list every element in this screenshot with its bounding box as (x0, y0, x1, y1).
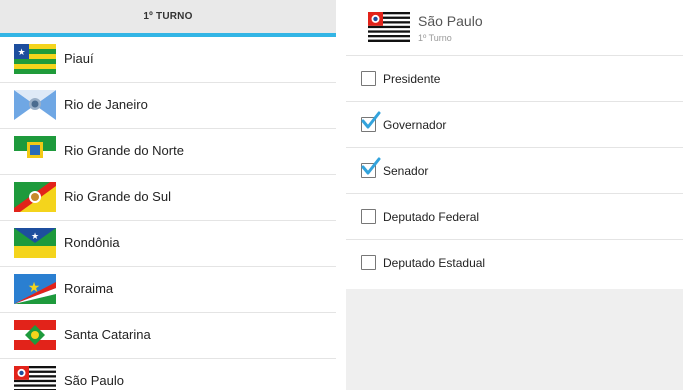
state-row-sao-paulo[interactable]: São Paulo (0, 359, 336, 390)
option-label: Senador (383, 164, 429, 178)
svg-text:★: ★ (28, 279, 41, 295)
sao-paulo-flag-icon (368, 12, 410, 42)
selected-state-header: São Paulo 1º Turno (346, 0, 683, 56)
option-label: Deputado Estadual (383, 256, 486, 270)
option-governador[interactable]: Governador (346, 102, 683, 148)
round-tab-bar: 1º TURNO (0, 0, 336, 33)
state-list-panel: 1º TURNO ★ Piauí Rio de Janeiro Rio Gran… (0, 0, 336, 390)
roraima-flag-icon: ★ (14, 274, 56, 304)
state-name: São Paulo (64, 373, 124, 388)
state-row-rio-grande-do-sul[interactable]: Rio Grande do Sul (0, 175, 336, 221)
option-presidente[interactable]: Presidente (346, 56, 683, 102)
state-name: Rio Grande do Norte (64, 143, 184, 158)
state-name: Santa Catarina (64, 327, 151, 342)
checkmark-icon (361, 111, 381, 129)
option-label: Deputado Federal (383, 210, 480, 224)
sao-paulo-flag-icon (14, 366, 56, 390)
office-selection-panel: São Paulo 1º Turno Presidente Governador… (346, 0, 683, 390)
rondonia-flag-icon: ★ (14, 228, 56, 258)
state-row-santa-catarina[interactable]: Santa Catarina (0, 313, 336, 359)
checkbox-unchecked-icon[interactable] (361, 255, 376, 270)
option-deputado-federal[interactable]: Deputado Federal (346, 194, 683, 240)
option-label: Presidente (383, 72, 441, 86)
option-deputado-estadual[interactable]: Deputado Estadual (346, 240, 683, 286)
state-row-piaui[interactable]: ★ Piauí (0, 37, 336, 83)
rio-de-janeiro-flag-icon (14, 90, 56, 120)
state-row-roraima[interactable]: ★ Roraima (0, 267, 336, 313)
state-row-rondonia[interactable]: ★ Rondônia (0, 221, 336, 267)
piaui-flag-icon: ★ (14, 44, 56, 74)
rio-grande-do-sul-flag-icon (14, 182, 56, 212)
state-name: Rio de Janeiro (64, 97, 148, 112)
rio-grande-do-norte-flag-icon (14, 136, 56, 166)
tab-first-round[interactable]: 1º TURNO (0, 11, 336, 22)
state-name: Rio Grande do Sul (64, 189, 171, 204)
santa-catarina-flag-icon (14, 320, 56, 350)
option-label: Governador (383, 118, 447, 132)
state-list: ★ Piauí Rio de Janeiro Rio Grande do Nor… (0, 37, 336, 390)
checkbox-unchecked-icon[interactable] (361, 71, 376, 86)
selected-round-subtitle: 1º Turno (418, 33, 452, 43)
checkmark-icon (361, 157, 381, 175)
state-name: Roraima (64, 281, 114, 296)
option-senador[interactable]: Senador (346, 148, 683, 194)
selected-state-title: São Paulo (418, 13, 483, 29)
state-row-rio-de-janeiro[interactable]: Rio de Janeiro (0, 83, 336, 129)
office-card: São Paulo 1º Turno Presidente Governador… (346, 0, 683, 289)
state-name: Piauí (64, 51, 94, 66)
state-row-rio-grande-do-norte[interactable]: Rio Grande do Norte (0, 129, 336, 175)
svg-text:★: ★ (17, 47, 25, 57)
state-name: Rondônia (64, 235, 120, 250)
checkbox-unchecked-icon[interactable] (361, 209, 376, 224)
svg-text:★: ★ (31, 231, 39, 241)
